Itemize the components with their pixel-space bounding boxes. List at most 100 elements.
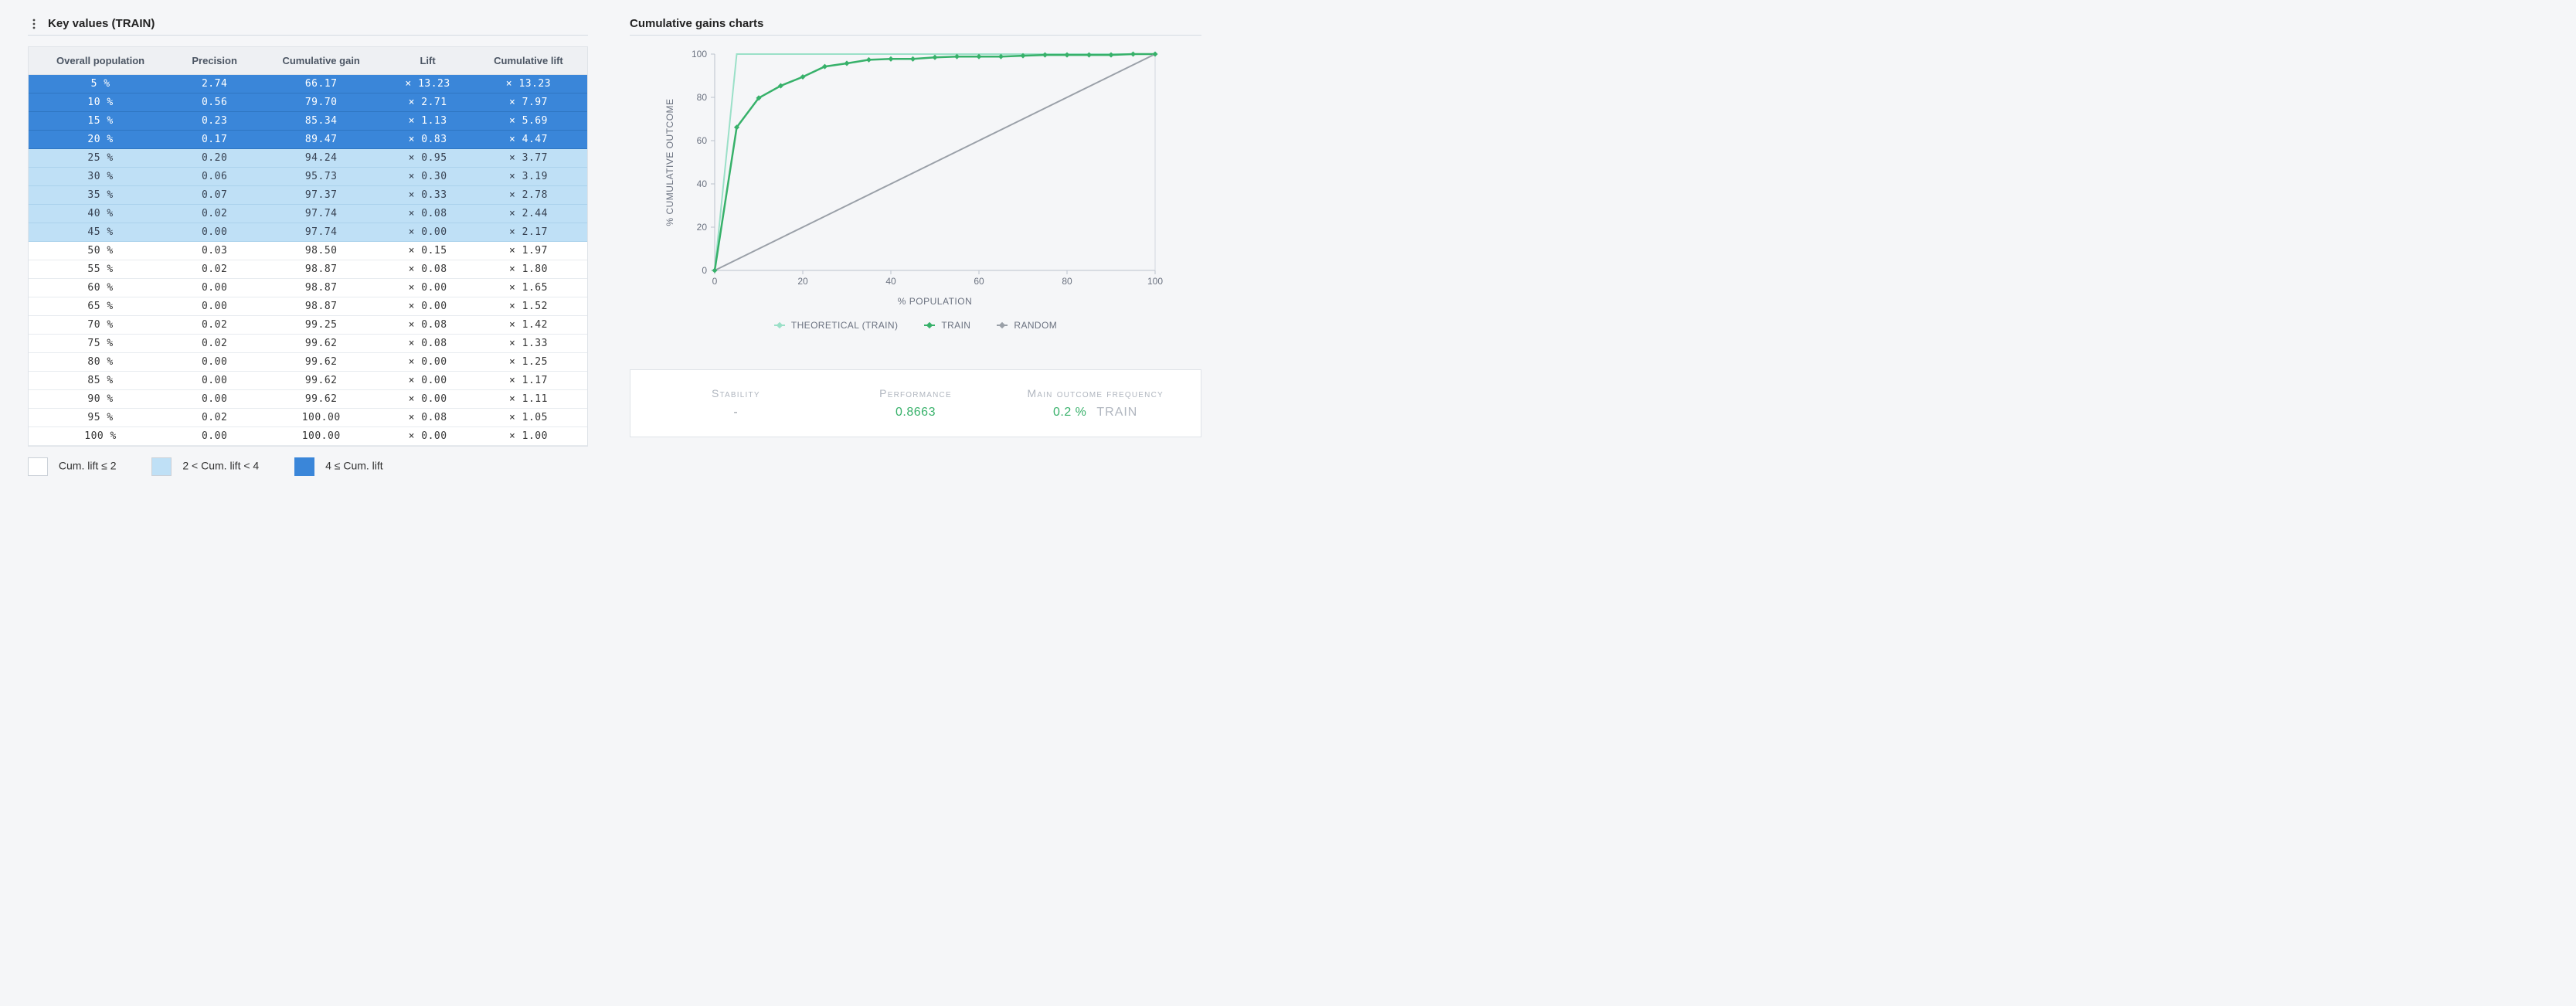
cell-cum_gain: 97.37 [257, 186, 386, 205]
cell-cum_lift: × 3.77 [470, 149, 587, 168]
cell-pop: 65 % [29, 297, 172, 316]
legend-high: 4 ≤ Cum. lift [294, 457, 382, 476]
cell-lift: × 0.00 [386, 372, 470, 390]
cell-cum_gain: 99.62 [257, 372, 386, 390]
cell-lift: × 0.83 [386, 131, 470, 149]
cell-lift: × 0.00 [386, 297, 470, 316]
table-row: 65 %0.0098.87× 0.00× 1.52 [29, 297, 587, 316]
cell-precision: 0.00 [172, 372, 257, 390]
cell-precision: 0.00 [172, 390, 257, 409]
cell-cum_gain: 97.74 [257, 223, 386, 242]
cell-pop: 60 % [29, 279, 172, 297]
table-row: 100 %0.00100.00× 0.00× 1.00 [29, 427, 587, 446]
cell-lift: × 0.00 [386, 223, 470, 242]
cell-cum_gain: 100.00 [257, 409, 386, 427]
cell-precision: 0.23 [172, 112, 257, 131]
legend-train: TRAIN [924, 320, 970, 331]
table-row: 20 %0.1789.47× 0.83× 4.47 [29, 131, 587, 149]
cell-cum_gain: 97.74 [257, 205, 386, 223]
cell-lift: × 0.33 [386, 186, 470, 205]
cell-pop: 40 % [29, 205, 172, 223]
cell-precision: 0.56 [172, 93, 257, 112]
cell-lift: × 0.00 [386, 390, 470, 409]
cell-cum_lift: × 4.47 [470, 131, 587, 149]
theoretical-marker-icon [774, 325, 785, 326]
cell-cum_gain: 98.50 [257, 242, 386, 260]
cell-cum_gain: 99.62 [257, 390, 386, 409]
cell-cum_lift: × 1.97 [470, 242, 587, 260]
cell-cum_lift: × 2.17 [470, 223, 587, 242]
cell-cum_lift: × 1.17 [470, 372, 587, 390]
table-row: 90 %0.0099.62× 0.00× 1.11 [29, 390, 587, 409]
col-cum-lift: Cumulative lift [470, 47, 587, 75]
random-marker-icon [997, 325, 1008, 326]
key-values-title: Key values (TRAIN) [48, 17, 155, 30]
legend-low: Cum. lift ≤ 2 [28, 457, 116, 476]
cell-cum_gain: 95.73 [257, 168, 386, 186]
cell-lift: × 0.15 [386, 242, 470, 260]
cell-lift: × 0.00 [386, 279, 470, 297]
cell-lift: × 0.00 [386, 427, 470, 446]
cell-lift: × 0.00 [386, 353, 470, 372]
cell-precision: 0.07 [172, 186, 257, 205]
table-row: 10 %0.5679.70× 2.71× 7.97 [29, 93, 587, 112]
table-row: 25 %0.2094.24× 0.95× 3.77 [29, 149, 587, 168]
table-row: 60 %0.0098.87× 0.00× 1.65 [29, 279, 587, 297]
legend-mid: 2 < Cum. lift < 4 [151, 457, 259, 476]
cell-precision: 0.06 [172, 168, 257, 186]
cell-pop: 70 % [29, 316, 172, 335]
cell-cum_lift: × 13.23 [470, 75, 587, 93]
svg-text:0: 0 [712, 276, 718, 287]
svg-text:60: 60 [697, 135, 708, 146]
key-values-panel: Key values (TRAIN) Overall population Pr… [28, 17, 588, 476]
cell-cum_lift: × 7.97 [470, 93, 587, 112]
cell-cum_lift: × 1.52 [470, 297, 587, 316]
legend-random: RANDOM [997, 320, 1057, 331]
table-row: 70 %0.0299.25× 0.08× 1.42 [29, 316, 587, 335]
svg-text:40: 40 [885, 276, 896, 287]
table-row: 30 %0.0695.73× 0.30× 3.19 [29, 168, 587, 186]
cell-lift: × 13.23 [386, 75, 470, 93]
svg-text:% CUMULATIVE OUTCOME: % CUMULATIVE OUTCOME [664, 98, 675, 226]
cell-precision: 0.03 [172, 242, 257, 260]
cell-pop: 55 % [29, 260, 172, 279]
table-row: 5 %2.7466.17× 13.23× 13.23 [29, 75, 587, 93]
cell-precision: 0.00 [172, 297, 257, 316]
cell-cum_gain: 98.87 [257, 260, 386, 279]
cell-cum_gain: 98.87 [257, 297, 386, 316]
table-row: 75 %0.0299.62× 0.08× 1.33 [29, 335, 587, 353]
cell-lift: × 0.08 [386, 205, 470, 223]
cell-cum_gain: 66.17 [257, 75, 386, 93]
cell-pop: 25 % [29, 149, 172, 168]
cell-pop: 20 % [29, 131, 172, 149]
cell-cum_gain: 99.62 [257, 353, 386, 372]
summary-stats-card: Stability - Performance 0.8663 Main outc… [630, 369, 1201, 437]
gains-chart-panel: Cumulative gains charts 0204060801000204… [613, 17, 1201, 476]
table-row: 80 %0.0099.62× 0.00× 1.25 [29, 353, 587, 372]
table-row: 95 %0.02100.00× 0.08× 1.05 [29, 409, 587, 427]
stat-main-outcome-frequency: Main outcome frequency 0.2 % TRAIN [1010, 387, 1181, 420]
table-row: 85 %0.0099.62× 0.00× 1.17 [29, 372, 587, 390]
cell-cum_lift: × 1.65 [470, 279, 587, 297]
col-precision: Precision [172, 47, 257, 75]
cell-lift: × 0.08 [386, 316, 470, 335]
svg-text:40: 40 [697, 178, 708, 189]
cell-precision: 0.00 [172, 353, 257, 372]
gains-chart-svg: 020406080100020406080100% POPULATION% CU… [630, 46, 1171, 309]
key-values-table: Overall population Precision Cumulative … [28, 46, 588, 447]
cell-pop: 90 % [29, 390, 172, 409]
cell-pop: 35 % [29, 186, 172, 205]
svg-text:80: 80 [1062, 276, 1072, 287]
swatch-high-icon [294, 457, 314, 476]
table-row: 45 %0.0097.74× 0.00× 2.17 [29, 223, 587, 242]
table-header-row: Overall population Precision Cumulative … [29, 47, 587, 75]
train-marker-icon [924, 325, 935, 326]
cell-lift: × 0.95 [386, 149, 470, 168]
cell-precision: 0.02 [172, 409, 257, 427]
cell-lift: × 0.08 [386, 335, 470, 353]
band-legend: Cum. lift ≤ 2 2 < Cum. lift < 4 4 ≤ Cum.… [28, 457, 588, 476]
more-icon[interactable] [28, 18, 40, 30]
cell-pop: 85 % [29, 372, 172, 390]
cell-lift: × 0.30 [386, 168, 470, 186]
swatch-mid-icon [151, 457, 172, 476]
